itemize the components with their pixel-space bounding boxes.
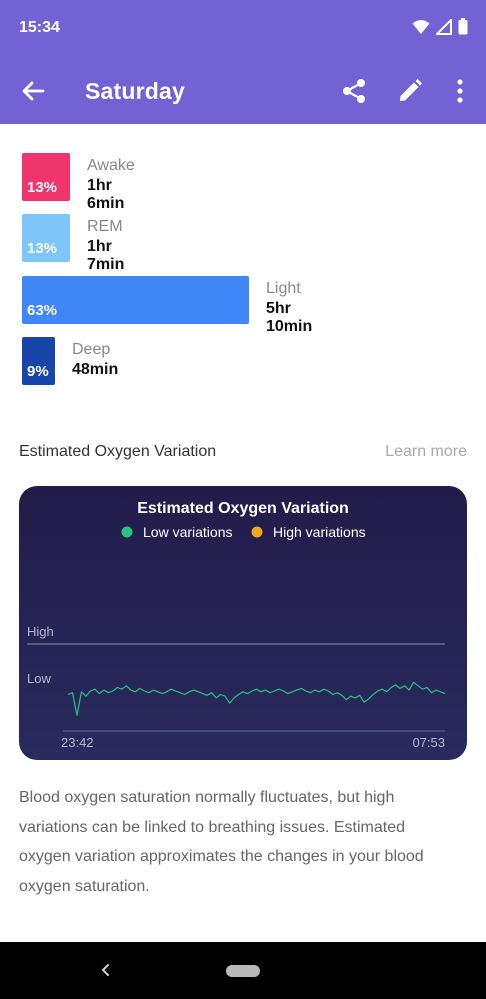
stage-name: REM <box>87 218 123 235</box>
more-vertical-icon[interactable] <box>447 78 473 104</box>
section-title: Estimated Oxygen Variation <box>19 443 217 460</box>
legend-low-marker <box>121 526 133 538</box>
x-tick-start: 23:42 <box>61 735 94 750</box>
legend-high-label: High variations <box>273 524 366 540</box>
nav-home-pill-icon[interactable] <box>226 965 260 977</box>
stage-name: Awake <box>87 157 135 174</box>
stage-bar: 13% <box>22 153 70 201</box>
arrow-left-icon[interactable] <box>20 78 46 104</box>
y-level-high: High <box>27 624 54 639</box>
signal-icon <box>436 18 452 35</box>
oxygen-chart-card: Estimated Oxygen Variation Low variation… <box>19 486 467 760</box>
stage-percent: 63% <box>27 302 58 319</box>
x-tick-end: 07:53 <box>412 735 445 750</box>
status-icons <box>412 18 468 35</box>
page-title: Saturday <box>85 78 186 104</box>
stage-bar: 63% <box>22 276 249 324</box>
share-icon[interactable] <box>340 77 368 105</box>
oxygen-series-line <box>67 681 446 716</box>
status-time: 15:34 <box>19 19 60 36</box>
stage-bar: 9% <box>22 337 55 385</box>
status-bar: 15:34 <box>0 0 486 58</box>
nav-back-chevron-icon[interactable] <box>98 960 114 980</box>
app-bar: Saturday <box>0 58 486 124</box>
stage-percent: 13% <box>27 240 58 257</box>
stage-name: Deep <box>72 341 111 358</box>
legend-high-marker <box>251 526 263 538</box>
stage-duration: 1hr 7min <box>87 238 125 273</box>
stage-duration: 1hr 6min <box>87 177 125 212</box>
oxygen-description: Blood oxygen saturation normally fluctua… <box>19 789 424 895</box>
stage-percent: 9% <box>27 363 49 380</box>
stage-percent: 13% <box>27 179 58 196</box>
oxygen-chart: Estimated Oxygen Variation Low variation… <box>27 500 446 750</box>
battery-icon <box>458 18 468 35</box>
wifi-icon <box>412 19 430 34</box>
legend-low-label: Low variations <box>143 524 233 540</box>
learn-more-link[interactable]: Learn more <box>385 443 467 461</box>
stage-bar: 13% <box>22 214 70 262</box>
stage-duration: 48min <box>72 361 119 378</box>
chart-title: Estimated Oxygen Variation <box>137 500 349 517</box>
pencil-icon[interactable] <box>397 78 423 104</box>
y-level-low: Low <box>27 671 51 686</box>
stage-name: Light <box>266 280 301 297</box>
stage-duration: 5hr 10min <box>266 300 313 335</box>
